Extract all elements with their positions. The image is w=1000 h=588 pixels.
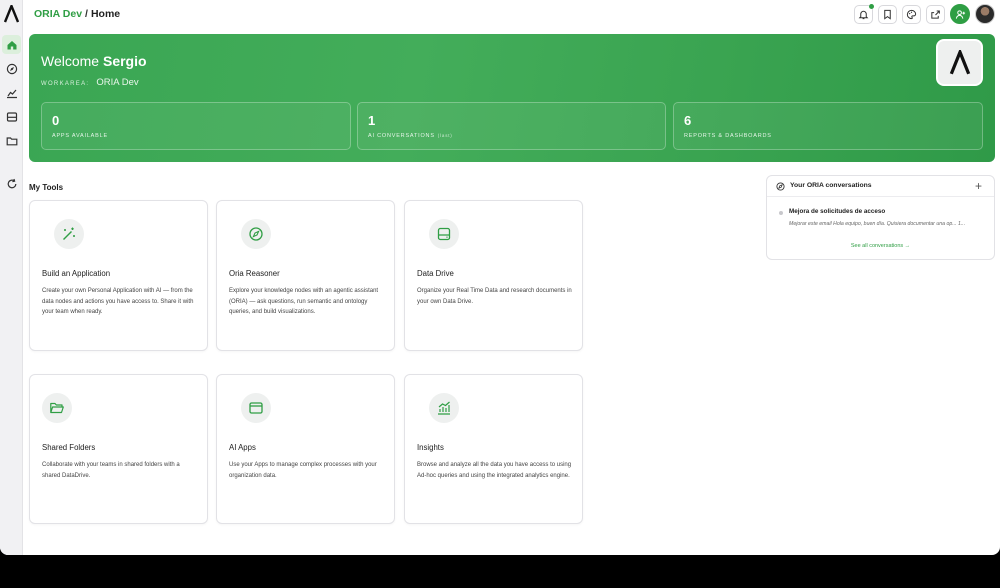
folder-open-icon [50,402,64,414]
bookmark-icon [884,9,891,20]
home-icon [7,40,16,49]
conversations-title: Your ORIA conversations [790,182,872,189]
bar-chart-icon [438,401,450,415]
card-title: AI Apps [229,443,256,452]
card-description: Organize your Real Time Data and researc… [417,288,572,305]
chart-icon [6,89,17,98]
card-title: Shared Folders [42,443,96,452]
stat-apps[interactable]: 0 APPS AVAILABLE [41,102,351,150]
sidebar-item-data-drive[interactable] [2,107,21,126]
new-conversation-button[interactable]: + [975,179,982,193]
stat-value: 0 [52,113,60,128]
oria-logo-icon [949,49,970,74]
sidebar-item-reasoner[interactable] [2,59,21,78]
card-icon [241,393,271,423]
notification-dot [869,3,874,9]
workarea-label: WORKAREA: [41,81,90,87]
tool-card-data-drive[interactable]: Data Drive Organize your Real Time Data … [404,200,583,351]
stat-label: AI CONVERSATIONS (last) [368,133,453,139]
card-icon [241,219,271,249]
my-tools-title: My Tools [29,183,64,192]
magic-wand-icon [63,227,75,240]
compass-icon [776,182,785,191]
bell-icon [858,10,869,19]
breadcrumb-workspace[interactable]: ORIA Dev [34,8,82,20]
card-description: Explore your knowledge nodes with an age… [229,288,379,315]
conversation-preview: Mejorar este email Hola equipo, buen día… [789,221,966,227]
see-all-conversations-link[interactable]: See all conversations → [767,243,994,249]
oria-logo[interactable] [4,5,19,23]
conversation-title: Mejora de solicitudes de acceso [789,208,886,215]
compass-icon [249,227,263,241]
tool-card-oria-reasoner[interactable]: Oria Reasoner Explore your knowledge nod… [216,200,395,351]
card-title: Insights [417,443,444,452]
conversation-dot [779,211,783,215]
sidebar-item-refresh[interactable] [2,174,21,193]
tool-card-ai-apps[interactable]: AI Apps Use your Apps to manage complex … [216,374,395,524]
stat-sublabel: (last) [437,133,453,138]
card-description: Use your Apps to manage complex processe… [229,462,377,479]
notifications-button[interactable] [854,3,874,24]
tool-card-insights[interactable]: Insights Browse and analyze all the data… [404,374,583,524]
app-window: ORIA Dev / Home Welcome Sergio WORKAREA:… [0,0,1000,555]
tool-card-shared-folders[interactable]: Shared Folders Collaborate with your tea… [29,374,208,524]
browser-window-icon [249,402,263,414]
sidebar [0,0,23,555]
folder-icon [6,136,17,145]
tool-card-build-application[interactable]: Build an Application Create your own Per… [29,200,208,351]
theme-button[interactable] [902,4,921,24]
workarea-value: ORIA Dev [96,77,139,88]
stat-label-text: AI CONVERSATIONS [368,133,435,139]
conversations-panel: Your ORIA conversations + Mejora de soli… [766,175,995,260]
share-icon [931,10,940,19]
top-actions [854,3,995,24]
see-all-label: See all conversations → [850,243,911,249]
breadcrumb-separator: / [85,8,88,20]
stat-value: 6 [684,113,692,128]
sidebar-item-folders[interactable] [2,131,21,150]
stat-label: REPORTS & DASHBOARDS [684,133,772,139]
compass-icon [6,63,17,74]
card-title: Data Drive [417,269,454,278]
welcome-banner: Welcome Sergio WORKAREA: ORIA Dev 0 APPS … [29,34,995,162]
workarea-info: WORKAREA: ORIA Dev [41,77,139,88]
card-description: Create your own Personal Application wit… [42,288,194,315]
avatar[interactable] [975,4,995,24]
welcome-title: Welcome Sergio [41,53,147,69]
card-icon [54,219,84,249]
oria-badge-logo [936,39,983,86]
stat-label: APPS AVAILABLE [52,133,108,139]
refresh-icon [7,178,16,188]
card-icon [429,219,459,249]
card-description: Browse and analyze all the data you have… [417,462,572,479]
add-user-button[interactable] [950,4,970,24]
welcome-greeting: Welcome [41,53,100,69]
conversations-header: Your ORIA conversations + [767,176,994,197]
stat-ai-conversations[interactable]: 1 AI CONVERSATIONS (last) [357,102,666,150]
drive-icon [6,111,17,122]
add-user-icon [955,9,965,19]
card-title: Oria Reasoner [229,269,280,278]
welcome-user: Sergio [102,53,147,69]
topbar: ORIA Dev / Home [23,0,1000,28]
card-title: Build an Application [42,269,111,278]
stat-reports[interactable]: 6 REPORTS & DASHBOARDS [673,102,983,150]
bookmarks-button[interactable] [878,4,897,24]
stat-value: 1 [368,113,376,128]
card-description: Collaborate with your teams in shared fo… [42,462,180,479]
card-icon [42,393,72,423]
drive-icon [437,227,451,241]
breadcrumb-page: Home [90,8,121,20]
sidebar-item-insights[interactable] [2,83,21,102]
stat-label-text: REPORTS & DASHBOARDS [684,133,772,139]
share-button[interactable] [926,4,945,24]
palette-icon [906,9,917,19]
sidebar-item-home[interactable] [2,35,21,54]
breadcrumb: ORIA Dev / Home [34,8,120,20]
card-icon [429,393,459,423]
stat-label-text: APPS AVAILABLE [52,133,108,139]
